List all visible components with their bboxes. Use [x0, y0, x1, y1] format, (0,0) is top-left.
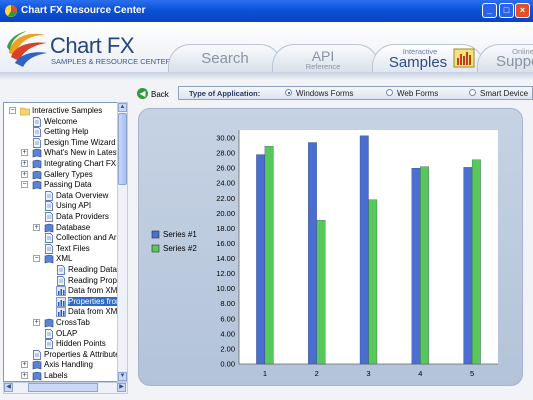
bar-series-1 [463, 167, 473, 365]
y-tick-label: 22.00 [216, 194, 235, 203]
y-tick-label: 16.00 [216, 239, 235, 248]
y-tick-label: 26.00 [216, 164, 235, 173]
bar-series-2 [316, 219, 326, 365]
y-tick-label: 6.00 [220, 314, 235, 323]
y-tick-label: 28.00 [216, 149, 235, 158]
y-tick-label: 30.00 [216, 134, 235, 143]
legend-label: Series #1 [163, 230, 197, 239]
bar-series-2 [264, 146, 274, 365]
y-tick-label: 10.00 [216, 284, 235, 293]
x-tick-label: 4 [418, 369, 422, 378]
y-tick-label: 24.00 [216, 179, 235, 188]
bar-series-2 [471, 159, 481, 365]
y-tick-label: 8.00 [220, 299, 235, 308]
x-tick-label: 3 [366, 369, 370, 378]
bar-chart: 0.00 2.00 4.00 6.00 8.00 10.00 12.00 14.00 16.00… [151, 130, 498, 378]
y-tick-label: 2.00 [220, 344, 235, 353]
y-tick-label: 18.00 [216, 224, 235, 233]
x-tick-label: 2 [315, 369, 319, 378]
bar-series-1 [308, 142, 317, 365]
bar-series-1 [256, 154, 266, 365]
y-tick-label: 4.00 [220, 329, 235, 338]
y-tick-label: 0.00 [220, 360, 235, 369]
x-tick-label: 5 [470, 369, 474, 378]
bar-series-2 [368, 199, 378, 365]
bar-series-1 [359, 135, 369, 365]
legend-label: Series #2 [163, 244, 197, 253]
bar-series-2 [420, 166, 429, 365]
legend-swatch [151, 244, 160, 253]
bar-series-1 [411, 167, 421, 365]
y-tick-label: 14.00 [216, 254, 235, 263]
y-tick-label: 20.00 [216, 209, 235, 218]
y-tick-label: 12.00 [216, 269, 235, 278]
x-tick-label: 1 [263, 369, 267, 378]
legend-swatch [151, 230, 160, 239]
